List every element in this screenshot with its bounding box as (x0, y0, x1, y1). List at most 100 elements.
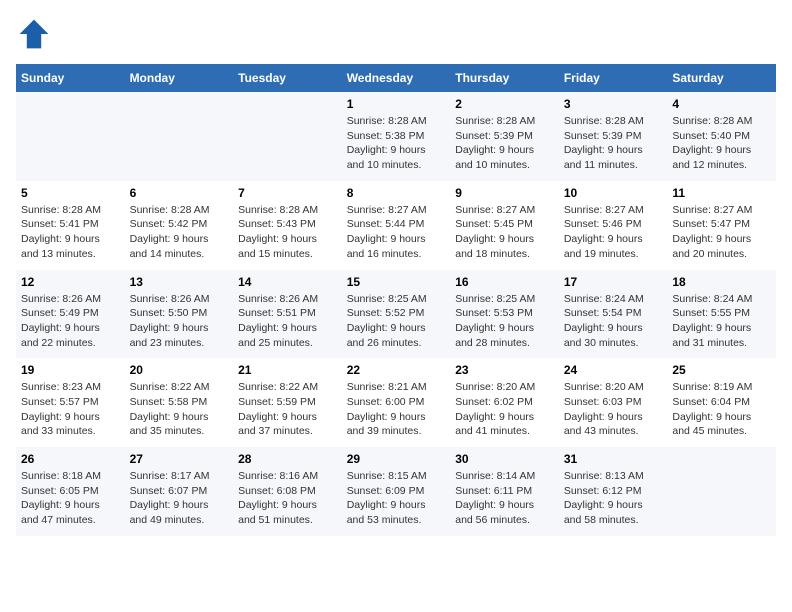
week-row-4: 26 Sunrise: 8:18 AMSunset: 6:05 PMDayligh… (16, 447, 776, 536)
day-info: Sunrise: 8:28 AMSunset: 5:39 PMDaylight:… (564, 114, 663, 173)
calendar-cell: 6 Sunrise: 8:28 AMSunset: 5:42 PMDaylight… (125, 181, 234, 270)
calendar-cell: 4Sunrise: 8:28 AMSunset: 5:40 PMDaylight… (667, 92, 776, 181)
week-row-2: 12 Sunrise: 8:26 AMSunset: 5:49 PMDayligh… (16, 270, 776, 359)
day-number: 30 (455, 452, 554, 466)
header-cell-sunday: Sunday (16, 64, 125, 92)
day-info: Sunrise: 8:18 AMSunset: 6:05 PMDaylight:… (21, 469, 120, 528)
day-info: Sunrise: 8:22 AMSunset: 5:59 PMDaylight:… (238, 380, 337, 439)
header-cell-wednesday: Wednesday (342, 64, 451, 92)
calendar-cell: 22 Sunrise: 8:21 AMSunset: 6:00 PMDayligh… (342, 358, 451, 447)
header-cell-monday: Monday (125, 64, 234, 92)
calendar-body: 1 Sunrise: 8:28 AMSunset: 5:38 PMDaylight… (16, 92, 776, 536)
day-info: Sunrise: 8:14 AMSunset: 6:11 PMDaylight:… (455, 469, 554, 528)
calendar-cell: 26 Sunrise: 8:18 AMSunset: 6:05 PMDayligh… (16, 447, 125, 536)
calendar-cell: 28 Sunrise: 8:16 AMSunset: 6:08 PMDayligh… (233, 447, 342, 536)
day-info: Sunrise: 8:16 AMSunset: 6:08 PMDaylight:… (238, 469, 337, 528)
day-info: Sunrise: 8:20 AMSunset: 6:02 PMDaylight:… (455, 380, 554, 439)
day-number: 26 (21, 452, 120, 466)
day-info: Sunrise: 8:17 AMSunset: 6:07 PMDaylight:… (130, 469, 229, 528)
day-info: Sunrise: 8:28 AMSunset: 5:43 PMDaylight:… (238, 203, 337, 262)
calendar-cell: 14 Sunrise: 8:26 AMSunset: 5:51 PMDayligh… (233, 270, 342, 359)
header-cell-friday: Friday (559, 64, 668, 92)
day-info: Sunrise: 8:24 AMSunset: 5:54 PMDaylight:… (564, 292, 663, 351)
day-number: 21 (238, 363, 337, 377)
day-number: 3 (564, 97, 663, 111)
day-number: 29 (347, 452, 446, 466)
calendar-table: SundayMondayTuesdayWednesdayThursdayFrid… (16, 64, 776, 536)
calendar-cell: 30 Sunrise: 8:14 AMSunset: 6:11 PMDayligh… (450, 447, 559, 536)
calendar-cell: 21 Sunrise: 8:22 AMSunset: 5:59 PMDayligh… (233, 358, 342, 447)
day-info: Sunrise: 8:28 AMSunset: 5:38 PMDaylight:… (347, 114, 446, 173)
day-info: Sunrise: 8:20 AMSunset: 6:03 PMDaylight:… (564, 380, 663, 439)
calendar-cell (16, 92, 125, 181)
week-row-3: 19Sunrise: 8:23 AMSunset: 5:57 PMDayligh… (16, 358, 776, 447)
day-info: Sunrise: 8:24 AMSunset: 5:55 PMDaylight:… (672, 292, 771, 351)
calendar-cell: 2 Sunrise: 8:28 AMSunset: 5:39 PMDaylight… (450, 92, 559, 181)
day-number: 12 (21, 275, 120, 289)
day-number: 10 (564, 186, 663, 200)
day-number: 20 (130, 363, 229, 377)
calendar-cell: 11 Sunrise: 8:27 AMSunset: 5:47 PMDayligh… (667, 181, 776, 270)
day-number: 7 (238, 186, 337, 200)
calendar-cell: 7 Sunrise: 8:28 AMSunset: 5:43 PMDaylight… (233, 181, 342, 270)
day-number: 25 (672, 363, 771, 377)
day-number: 6 (130, 186, 229, 200)
week-row-0: 1 Sunrise: 8:28 AMSunset: 5:38 PMDaylight… (16, 92, 776, 181)
header (16, 16, 776, 52)
day-number: 28 (238, 452, 337, 466)
day-info: Sunrise: 8:25 AMSunset: 5:52 PMDaylight:… (347, 292, 446, 351)
calendar-cell: 25 Sunrise: 8:19 AMSunset: 6:04 PMDayligh… (667, 358, 776, 447)
header-cell-thursday: Thursday (450, 64, 559, 92)
calendar-header: SundayMondayTuesdayWednesdayThursdayFrid… (16, 64, 776, 92)
calendar-cell: 31Sunrise: 8:13 AMSunset: 6:12 PMDayligh… (559, 447, 668, 536)
day-number: 13 (130, 275, 229, 289)
day-number: 1 (347, 97, 446, 111)
calendar-cell: 5Sunrise: 8:28 AMSunset: 5:41 PMDaylight… (16, 181, 125, 270)
calendar-cell (233, 92, 342, 181)
calendar-cell: 19Sunrise: 8:23 AMSunset: 5:57 PMDayligh… (16, 358, 125, 447)
day-info: Sunrise: 8:28 AMSunset: 5:42 PMDaylight:… (130, 203, 229, 262)
calendar-cell: 15 Sunrise: 8:25 AMSunset: 5:52 PMDayligh… (342, 270, 451, 359)
day-number: 5 (21, 186, 120, 200)
day-number: 24 (564, 363, 663, 377)
day-number: 23 (455, 363, 554, 377)
day-number: 22 (347, 363, 446, 377)
calendar-cell: 3 Sunrise: 8:28 AMSunset: 5:39 PMDaylight… (559, 92, 668, 181)
day-number: 11 (672, 186, 771, 200)
day-info: Sunrise: 8:25 AMSunset: 5:53 PMDaylight:… (455, 292, 554, 351)
day-info: Sunrise: 8:26 AMSunset: 5:49 PMDaylight:… (21, 292, 120, 351)
day-info: Sunrise: 8:27 AMSunset: 5:44 PMDaylight:… (347, 203, 446, 262)
day-info: Sunrise: 8:27 AMSunset: 5:46 PMDaylight:… (564, 203, 663, 262)
day-info: Sunrise: 8:15 AMSunset: 6:09 PMDaylight:… (347, 469, 446, 528)
calendar-cell: 12 Sunrise: 8:26 AMSunset: 5:49 PMDayligh… (16, 270, 125, 359)
calendar-cell: 29 Sunrise: 8:15 AMSunset: 6:09 PMDayligh… (342, 447, 451, 536)
calendar-cell (125, 92, 234, 181)
calendar-cell: 13 Sunrise: 8:26 AMSunset: 5:50 PMDayligh… (125, 270, 234, 359)
calendar-cell: 27Sunrise: 8:17 AMSunset: 6:07 PMDayligh… (125, 447, 234, 536)
day-info: Sunrise: 8:23 AMSunset: 5:57 PMDaylight:… (21, 380, 120, 439)
day-info: Sunrise: 8:27 AMSunset: 5:45 PMDaylight:… (455, 203, 554, 262)
calendar-cell: 23 Sunrise: 8:20 AMSunset: 6:02 PMDayligh… (450, 358, 559, 447)
week-row-1: 5Sunrise: 8:28 AMSunset: 5:41 PMDaylight… (16, 181, 776, 270)
calendar-cell: 17Sunrise: 8:24 AMSunset: 5:54 PMDayligh… (559, 270, 668, 359)
day-info: Sunrise: 8:26 AMSunset: 5:50 PMDaylight:… (130, 292, 229, 351)
day-number: 16 (455, 275, 554, 289)
logo (16, 16, 58, 52)
day-number: 9 (455, 186, 554, 200)
day-info: Sunrise: 8:28 AMSunset: 5:40 PMDaylight:… (672, 114, 771, 173)
day-info: Sunrise: 8:21 AMSunset: 6:00 PMDaylight:… (347, 380, 446, 439)
day-number: 2 (455, 97, 554, 111)
day-info: Sunrise: 8:28 AMSunset: 5:39 PMDaylight:… (455, 114, 554, 173)
header-row: SundayMondayTuesdayWednesdayThursdayFrid… (16, 64, 776, 92)
day-number: 14 (238, 275, 337, 289)
day-number: 8 (347, 186, 446, 200)
day-info: Sunrise: 8:27 AMSunset: 5:47 PMDaylight:… (672, 203, 771, 262)
day-info: Sunrise: 8:19 AMSunset: 6:04 PMDaylight:… (672, 380, 771, 439)
day-info: Sunrise: 8:13 AMSunset: 6:12 PMDaylight:… (564, 469, 663, 528)
day-number: 18 (672, 275, 771, 289)
day-info: Sunrise: 8:26 AMSunset: 5:51 PMDaylight:… (238, 292, 337, 351)
calendar-cell: 9 Sunrise: 8:27 AMSunset: 5:45 PMDaylight… (450, 181, 559, 270)
calendar-cell: 16 Sunrise: 8:25 AMSunset: 5:53 PMDayligh… (450, 270, 559, 359)
day-number: 15 (347, 275, 446, 289)
logo-icon (16, 16, 52, 52)
